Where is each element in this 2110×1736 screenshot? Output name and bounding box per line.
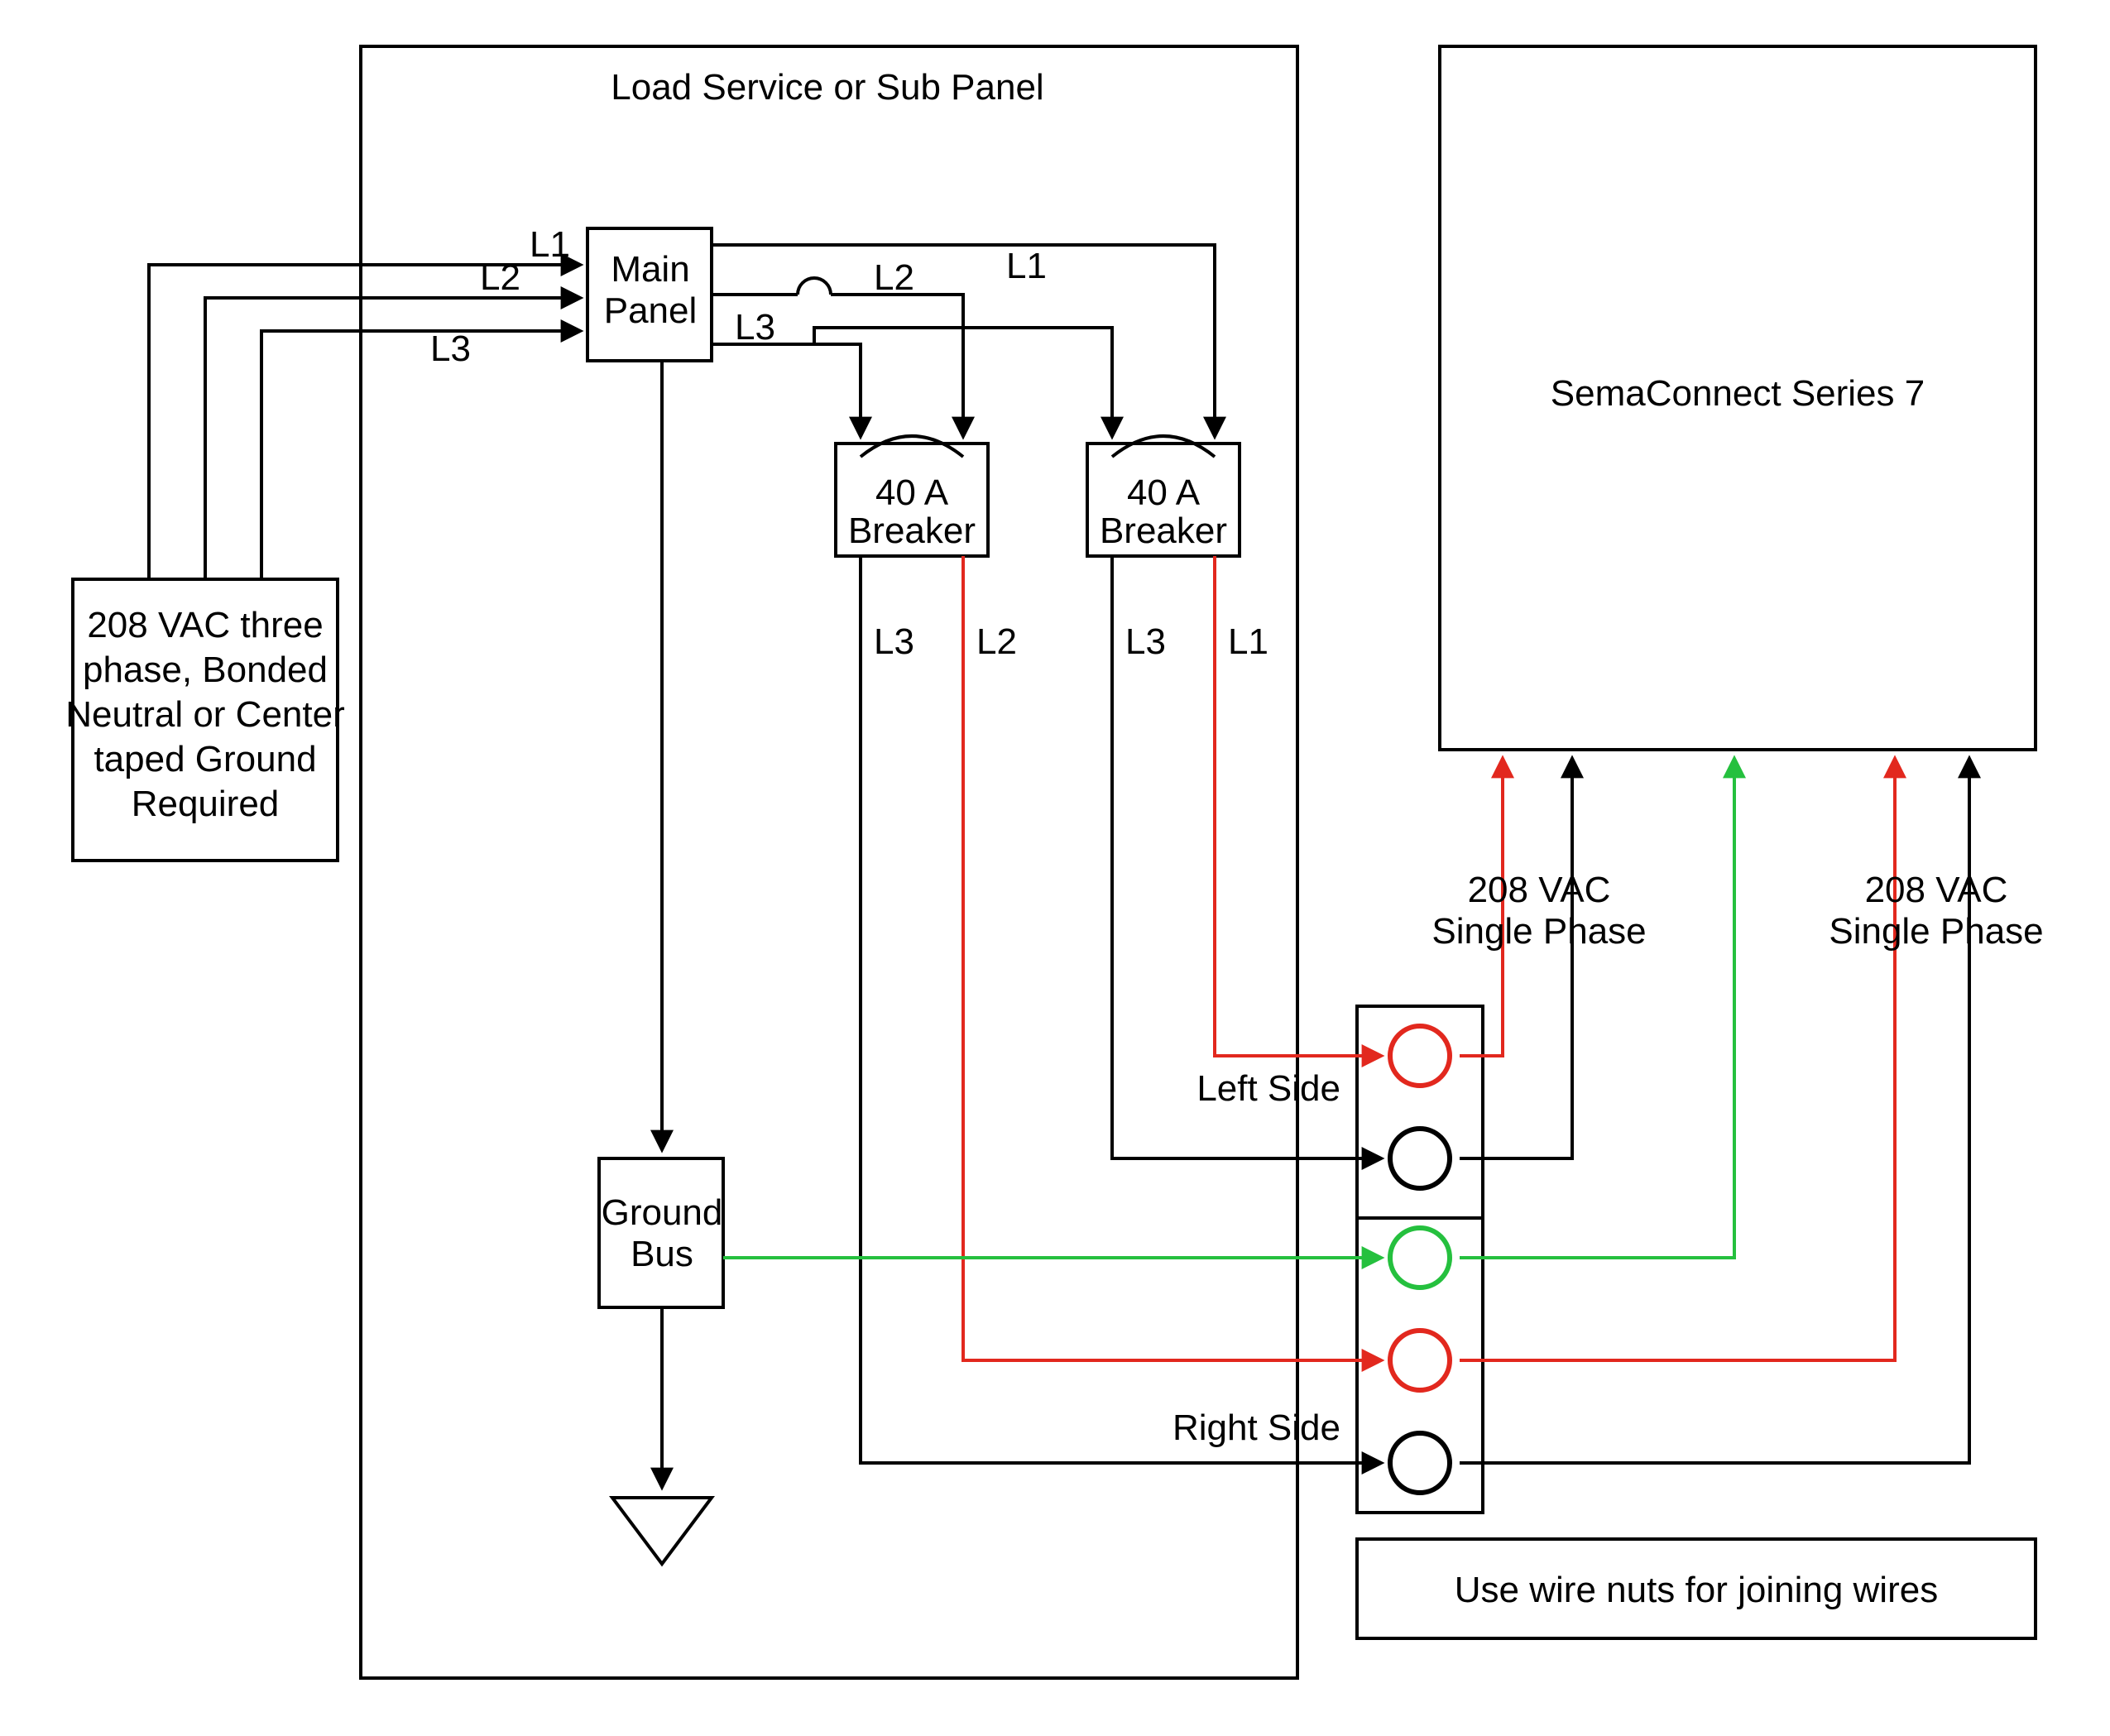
mp-l3-to-b1: [814, 344, 861, 435]
feed-l3-label: L3: [430, 328, 471, 369]
sema-label: SemaConnect Series 7: [1551, 373, 1925, 414]
term-to-sema-4: [1460, 760, 1895, 1360]
term-to-sema-5: [1460, 760, 1969, 1463]
power-source-l4: taped Ground: [94, 739, 316, 779]
power-source-l1: 208 VAC three: [87, 605, 323, 645]
main-panel-l2: Panel: [604, 290, 698, 331]
feed-l2-label: L2: [480, 257, 520, 298]
wire-note: Use wire nuts for joining wires: [1455, 1570, 1938, 1610]
b1-l2-label: L2: [976, 621, 1017, 662]
right-side-label: Right Side: [1172, 1408, 1340, 1448]
phase2-l1: 208 VAC: [1865, 870, 2008, 910]
feed-l1: [149, 265, 579, 579]
term-left-top: [1390, 1026, 1450, 1086]
term-right-top: [1390, 1331, 1450, 1390]
term-to-sema-2: [1460, 760, 1572, 1158]
breaker2-l2: Breaker: [1100, 511, 1227, 551]
term-to-sema-3: [1460, 760, 1734, 1258]
breaker2-l1: 40 A: [1127, 472, 1201, 513]
feed-l3: [261, 331, 579, 579]
power-source-l3: Neutral or Center: [65, 694, 344, 735]
phase2-l2: Single Phase: [1829, 911, 2043, 952]
phase1-l1: 208 VAC: [1468, 870, 1611, 910]
b1-l3-out: [861, 556, 1380, 1463]
mp-out-l1-label: L1: [1006, 246, 1047, 286]
left-side-label: Left Side: [1196, 1068, 1340, 1109]
breaker1-l1: 40 A: [875, 472, 949, 513]
phase1-l2: Single Phase: [1431, 911, 1646, 952]
power-source-l2: phase, Bonded: [83, 650, 328, 690]
ground-bus-l2: Bus: [631, 1234, 693, 1274]
sub-panel-title: Load Service or Sub Panel: [611, 67, 1043, 108]
breaker1-arc: [861, 436, 963, 457]
main-panel-l1: Main: [611, 249, 689, 290]
feed-l1-label: L1: [530, 224, 570, 265]
mp-out-l2-label: L2: [874, 257, 914, 298]
breaker2-arc: [1112, 436, 1215, 457]
term-left-bottom: [1390, 1129, 1450, 1188]
term-ground: [1390, 1228, 1450, 1288]
mp-out-l2-hop: [798, 278, 831, 295]
ground-bus-box: [599, 1158, 723, 1307]
b2-l1-label: L1: [1228, 621, 1268, 662]
mp-out-l3-label: L3: [735, 307, 775, 348]
power-source-l5: Required: [132, 784, 280, 824]
term-right-bottom: [1390, 1433, 1450, 1493]
b2-l3-label: L3: [1125, 621, 1166, 662]
b1-l2-out: [963, 556, 1380, 1360]
ground-bus-l1: Ground: [602, 1192, 723, 1233]
b1-l3-label: L3: [874, 621, 914, 662]
ground-symbol: [612, 1498, 712, 1564]
breaker1-l2: Breaker: [848, 511, 976, 551]
wiring-diagram: Load Service or Sub Panel 208 VAC three …: [0, 0, 2110, 1736]
mp-out-l2b: [831, 295, 963, 435]
